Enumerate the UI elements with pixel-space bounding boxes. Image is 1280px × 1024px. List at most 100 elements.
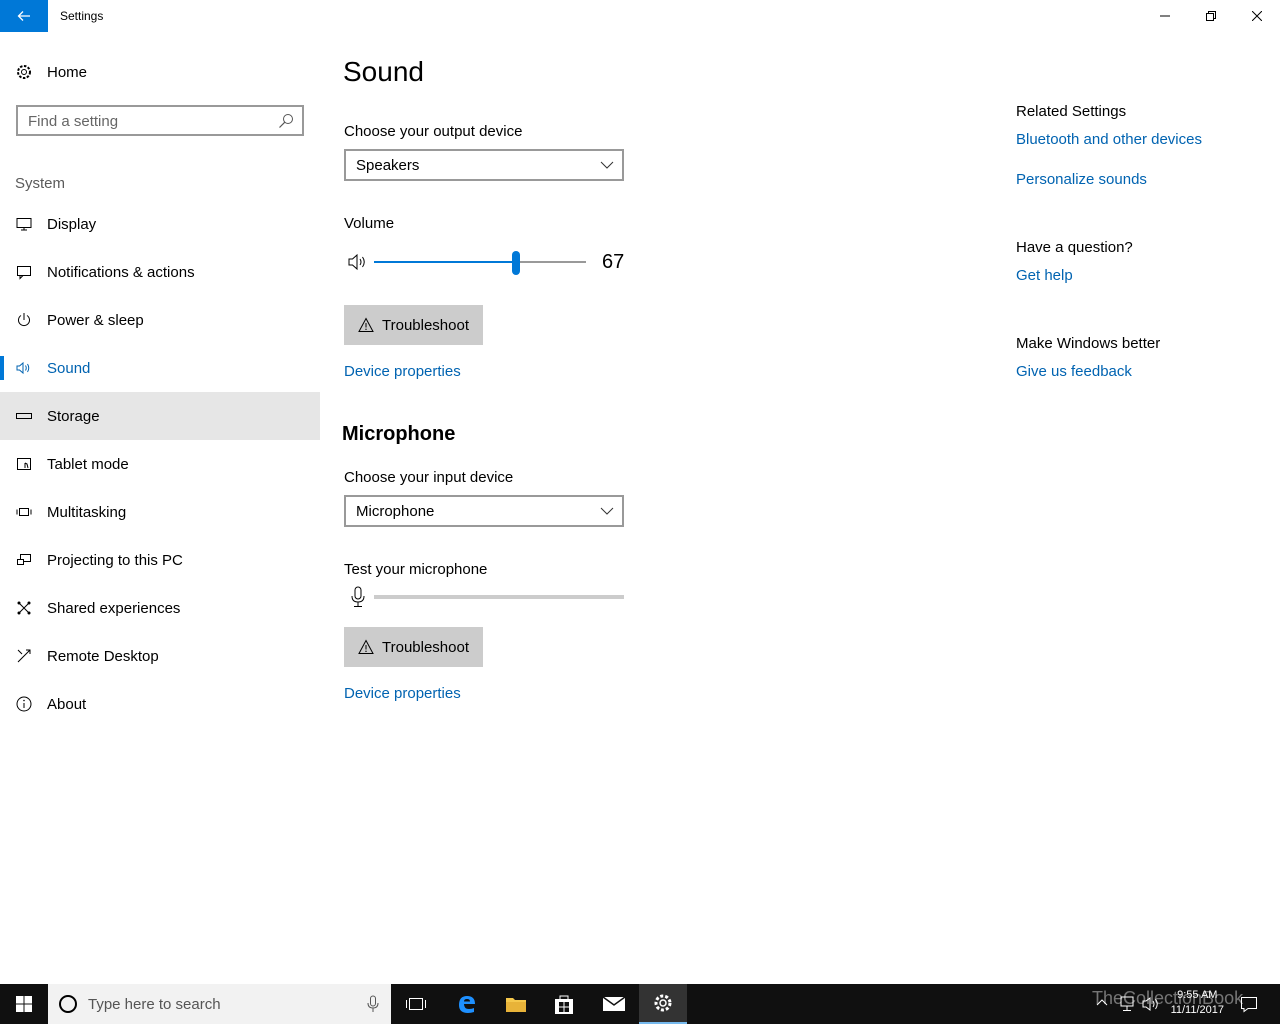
- selection-indicator: [0, 356, 4, 380]
- clock-time: 9:55 AM: [1177, 989, 1218, 1001]
- cortana-icon: [59, 995, 77, 1013]
- sidebar-item-label: Display: [47, 215, 97, 233]
- edge-icon: [459, 996, 475, 1013]
- windows-logo-icon: [16, 996, 32, 1012]
- volume-tray-icon[interactable]: [1142, 996, 1160, 1012]
- sidebar-item-projecting[interactable]: Projecting to this PC: [0, 536, 320, 584]
- display-icon: [16, 216, 32, 232]
- microphone-device-properties-link[interactable]: Device properties: [344, 685, 461, 702]
- sidebar-item-notifications[interactable]: Notifications & actions: [0, 248, 320, 296]
- file-explorer-button[interactable]: [492, 984, 540, 1024]
- output-device-properties-link[interactable]: Device properties: [344, 363, 461, 380]
- troubleshoot-label: Troubleshoot: [382, 638, 469, 656]
- sound-icon: [16, 360, 32, 376]
- taskbar-search-box[interactable]: Type here to search: [48, 984, 391, 1024]
- settings-taskbar-button[interactable]: [639, 984, 687, 1024]
- output-troubleshoot-button[interactable]: Troubleshoot: [344, 305, 483, 345]
- clock[interactable]: 9:55 AM 11/11/2017: [1171, 988, 1224, 1018]
- output-device-label: Choose your output device: [344, 123, 523, 140]
- sidebar-item-power-sleep[interactable]: Power & sleep: [0, 296, 320, 344]
- restore-button[interactable]: [1188, 0, 1234, 32]
- sidebar-item-label: Projecting to this PC: [47, 551, 183, 569]
- task-view-button[interactable]: [392, 984, 440, 1024]
- storage-icon: [16, 408, 32, 424]
- microphone-level-meter: [374, 595, 624, 599]
- chevron-down-icon: [600, 507, 614, 515]
- minimize-icon: [1160, 15, 1170, 17]
- multitasking-icon: [16, 504, 32, 520]
- mail-icon: [602, 996, 626, 1011]
- chevron-up-icon[interactable]: [1096, 997, 1108, 1009]
- sidebar-home[interactable]: Home: [0, 56, 320, 88]
- start-button[interactable]: [0, 984, 48, 1024]
- settings-search-box[interactable]: [16, 105, 304, 136]
- close-button[interactable]: [1234, 0, 1280, 32]
- warning-icon: [358, 317, 374, 332]
- sidebar-item-label: Tablet mode: [47, 455, 129, 473]
- feedback-heading: Make Windows better: [1016, 335, 1161, 352]
- output-device-select[interactable]: Speakers: [344, 149, 624, 181]
- settings-search-input[interactable]: [28, 112, 268, 130]
- volume-slider[interactable]: [374, 251, 586, 275]
- sidebar-item-label: Remote Desktop: [47, 647, 159, 665]
- sidebar-item-shared-experiences[interactable]: Shared experiences: [0, 584, 320, 632]
- back-button[interactable]: [0, 0, 48, 32]
- gear-icon: [16, 64, 32, 80]
- main-content: Sound Choose your output device Speakers…: [320, 32, 1000, 984]
- sidebar-item-tablet-mode[interactable]: Tablet mode: [0, 440, 320, 488]
- taskbar-search-placeholder: Type here to search: [88, 996, 221, 1013]
- personalize-sounds-link[interactable]: Personalize sounds: [1016, 171, 1147, 188]
- sidebar-item-about[interactable]: About: [0, 680, 320, 728]
- microphone-icon[interactable]: [367, 995, 379, 1013]
- volume-slider-thumb[interactable]: [512, 251, 521, 275]
- power-icon: [16, 312, 32, 328]
- network-icon[interactable]: [1118, 996, 1136, 1012]
- notifications-icon: [16, 264, 32, 280]
- input-device-label: Choose your input device: [344, 469, 514, 486]
- sidebar-item-label: About: [47, 695, 87, 713]
- output-device-value: Speakers: [356, 157, 420, 174]
- sidebar-item-remote-desktop[interactable]: Remote Desktop: [0, 632, 320, 680]
- chevron-down-icon: [600, 161, 614, 169]
- tablet-mode-icon: [16, 456, 32, 472]
- shared-experiences-icon: [16, 600, 32, 616]
- microphone-section-title: Microphone: [342, 423, 456, 445]
- sidebar-item-storage[interactable]: Storage: [0, 392, 320, 440]
- sidebar-item-label: Sound: [47, 359, 91, 377]
- group-label-system: System: [15, 175, 66, 192]
- sidebar-item-label: Power & sleep: [47, 311, 144, 329]
- input-device-value: Microphone: [356, 503, 435, 520]
- input-device-select[interactable]: Microphone: [344, 495, 624, 527]
- sidebar-item-label: Notifications & actions: [47, 263, 195, 281]
- store-icon: [555, 995, 573, 1014]
- troubleshoot-label: Troubleshoot: [382, 316, 469, 334]
- clock-date: 11/11/2017: [1170, 1004, 1224, 1016]
- minimize-button[interactable]: [1142, 0, 1188, 32]
- sidebar: Home System Display Notifications & acti…: [0, 32, 320, 984]
- taskbar: Type here to search TheCollectionBook 9:…: [0, 984, 1280, 1024]
- back-arrow-icon: [17, 11, 30, 21]
- related-settings-panel: Related Settings Bluetooth and other dev…: [1016, 32, 1276, 432]
- sidebar-item-sound[interactable]: Sound: [0, 344, 320, 392]
- mail-button[interactable]: [590, 984, 638, 1024]
- sidebar-item-display[interactable]: Display: [0, 200, 320, 248]
- folder-icon: [506, 998, 526, 1012]
- action-center-icon[interactable]: [1240, 995, 1258, 1013]
- get-help-link[interactable]: Get help: [1016, 267, 1073, 284]
- edge-button[interactable]: [443, 984, 491, 1024]
- remote-desktop-icon: [16, 648, 32, 664]
- give-feedback-link[interactable]: Give us feedback: [1016, 363, 1132, 380]
- title-bar: Settings: [0, 0, 1280, 32]
- page-title: Sound: [343, 56, 424, 87]
- volume-value: 67: [602, 251, 625, 273]
- about-icon: [16, 696, 32, 712]
- microphone-icon: [351, 586, 365, 607]
- bluetooth-devices-link[interactable]: Bluetooth and other devices: [1016, 131, 1202, 148]
- store-button[interactable]: [540, 984, 588, 1024]
- sidebar-item-multitasking[interactable]: Multitasking: [0, 488, 320, 536]
- warning-icon: [358, 639, 374, 654]
- test-microphone-label: Test your microphone: [344, 561, 488, 578]
- window-title: Settings: [60, 9, 104, 23]
- microphone-troubleshoot-button[interactable]: Troubleshoot: [344, 627, 483, 667]
- sidebar-item-label: Multitasking: [47, 503, 127, 521]
